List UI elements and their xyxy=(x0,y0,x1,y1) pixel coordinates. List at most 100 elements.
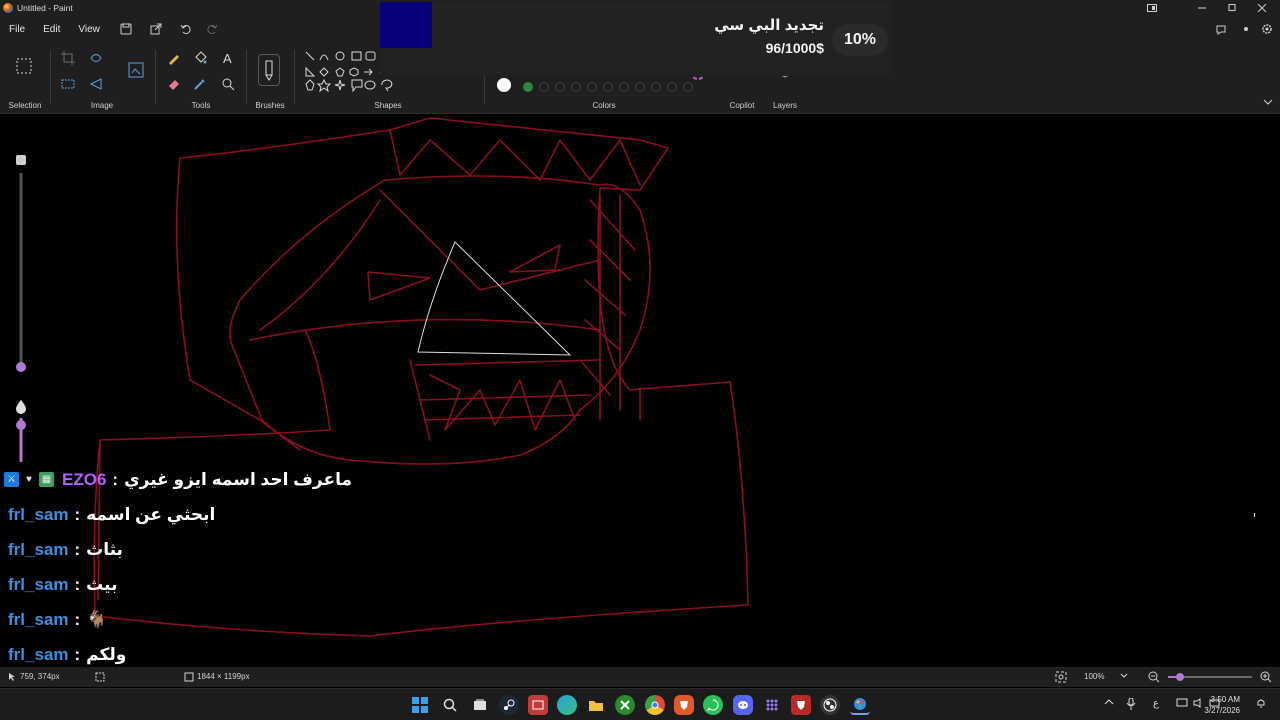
network-icon[interactable] xyxy=(1176,698,1188,711)
crop-icon[interactable] xyxy=(58,48,78,68)
xbox-icon[interactable] xyxy=(615,695,635,715)
resize-icon[interactable] xyxy=(86,48,106,68)
chat-separator: : xyxy=(74,644,81,664)
obs-icon[interactable] xyxy=(820,695,840,715)
custom-color-swatch[interactable] xyxy=(539,82,549,92)
snap-layout-icon[interactable] xyxy=(1138,0,1166,16)
chrome-icon[interactable] xyxy=(645,695,665,715)
system-clock[interactable]: 3:50 AM 3/27/2026 xyxy=(1204,694,1240,716)
brush-size-slider[interactable] xyxy=(12,153,30,377)
pencil-icon[interactable] xyxy=(164,48,184,68)
undo-icon[interactable] xyxy=(175,18,197,40)
minimize-button[interactable] xyxy=(1188,0,1216,16)
volume-icon[interactable] xyxy=(1193,698,1205,711)
chat-text: بيث xyxy=(86,574,118,594)
chat-username[interactable]: frl_sam xyxy=(8,575,68,595)
window-title: Untitled - Paint xyxy=(17,3,73,13)
selection-label: Selection xyxy=(8,101,42,110)
select-all-icon[interactable] xyxy=(58,74,78,94)
moderator-badge-icon: ⚔ xyxy=(4,472,19,487)
share-icon[interactable] xyxy=(145,18,167,40)
start-windows-icon[interactable] xyxy=(410,695,430,715)
chat-username[interactable]: frl_sam xyxy=(8,645,68,665)
chat-username[interactable]: EZO6 xyxy=(62,470,106,490)
goal-percent-badge: 10% xyxy=(832,24,888,56)
zoom-select[interactable]: 100% xyxy=(1084,672,1104,681)
chat-emote: 🐐 xyxy=(86,609,108,629)
menu-file[interactable]: File xyxy=(0,16,34,42)
settings-gear-icon[interactable] xyxy=(1256,18,1278,40)
language-indicator[interactable]: ع xyxy=(1153,698,1159,709)
magnifier-icon[interactable] xyxy=(218,74,238,94)
notifications-icon[interactable] xyxy=(1210,18,1232,40)
eraser-icon[interactable] xyxy=(164,74,184,94)
tray-overflow-chevron-icon[interactable] xyxy=(1104,698,1114,709)
canvas-resize-handle[interactable] xyxy=(1254,513,1255,517)
zoom-out-icon[interactable] xyxy=(1148,671,1160,683)
opacity-slider[interactable] xyxy=(12,398,30,464)
account-icon[interactable] xyxy=(1235,18,1257,40)
zoom-in-icon[interactable] xyxy=(1260,671,1272,683)
color-picker-icon[interactable] xyxy=(190,74,210,94)
taskbar: ع 3:50 AM 3/27/2026 xyxy=(0,688,1280,720)
whatsapp-icon[interactable] xyxy=(703,695,723,715)
custom-color-swatch[interactable] xyxy=(603,82,613,92)
custom-color-swatch[interactable] xyxy=(635,82,645,92)
shield-app-icon[interactable] xyxy=(791,695,811,715)
edge-browser-icon[interactable] xyxy=(557,695,577,715)
maximize-button[interactable] xyxy=(1218,0,1246,16)
app-red-icon[interactable] xyxy=(528,695,548,715)
heart-badge-icon: ♥ xyxy=(26,474,32,485)
custom-color-swatch[interactable] xyxy=(523,82,533,92)
menu-edit[interactable]: Edit xyxy=(34,16,69,42)
chat-message: frl_sam : ابحثي عن اسمه xyxy=(4,497,424,532)
notification-bell-icon[interactable] xyxy=(1256,698,1266,711)
task-view-icon[interactable] xyxy=(470,695,490,715)
image-background-icon[interactable] xyxy=(126,60,146,80)
tools-group: A Tools xyxy=(158,42,244,114)
text-icon[interactable]: A xyxy=(218,48,238,68)
shapes-label: Shapes xyxy=(374,101,402,110)
flip-icon[interactable] xyxy=(86,74,106,94)
file-explorer-icon[interactable] xyxy=(586,695,606,715)
zoom-chevron-down-icon[interactable] xyxy=(1120,673,1128,679)
steam-icon[interactable] xyxy=(499,695,519,715)
custom-color-swatch[interactable] xyxy=(587,82,597,92)
menu-view[interactable]: View xyxy=(69,16,109,42)
custom-color-swatch[interactable] xyxy=(619,82,629,92)
zoom-slider[interactable] xyxy=(1166,671,1256,683)
brave-browser-icon[interactable] xyxy=(674,695,694,715)
colors-label: Colors xyxy=(592,101,616,110)
chat-message: ⚔ ♥ ▦ EZO6 : ماعرف احد اسمه ايزو غيري xyxy=(4,462,424,497)
canvas-size: 1844 × 1199px xyxy=(197,672,250,681)
chat-separator: : xyxy=(112,469,119,489)
white-triangle-stroke xyxy=(417,241,572,356)
tools-label: Tools xyxy=(191,101,211,110)
chat-username[interactable]: frl_sam xyxy=(8,610,68,630)
close-button[interactable] xyxy=(1248,0,1276,16)
paint-taskbar-icon[interactable] xyxy=(850,695,870,715)
custom-color-swatch[interactable] xyxy=(571,82,581,92)
redo-icon[interactable] xyxy=(201,18,223,40)
custom-color-swatch[interactable] xyxy=(555,82,565,92)
chat-username[interactable]: frl_sam xyxy=(8,505,68,525)
chat-separator: : xyxy=(74,539,81,559)
canvas-size-icon xyxy=(184,672,194,682)
microphone-icon[interactable] xyxy=(1126,697,1136,713)
goal-progress-text: 96/1000$ xyxy=(765,40,824,56)
chat-username[interactable]: frl_sam xyxy=(8,540,68,560)
search-icon[interactable] xyxy=(440,695,460,715)
custom-color-swatch[interactable] xyxy=(683,82,693,92)
rectangle-select-icon[interactable] xyxy=(14,56,34,76)
save-icon[interactable] xyxy=(115,18,137,40)
fit-to-window-icon[interactable] xyxy=(1055,671,1067,683)
ribbon-collapse-chevron-icon[interactable] xyxy=(1262,96,1274,108)
custom-color-swatch[interactable] xyxy=(667,82,677,92)
custom-color-swatch[interactable] xyxy=(651,82,661,92)
brush-icon[interactable] xyxy=(258,54,280,86)
fill-bucket-icon[interactable] xyxy=(190,48,210,68)
apps-grid-icon[interactable] xyxy=(762,695,782,715)
discord-icon[interactable] xyxy=(733,695,753,715)
secondary-color-swatch[interactable] xyxy=(497,78,511,92)
cursor-position: 759, 374px xyxy=(20,672,60,681)
